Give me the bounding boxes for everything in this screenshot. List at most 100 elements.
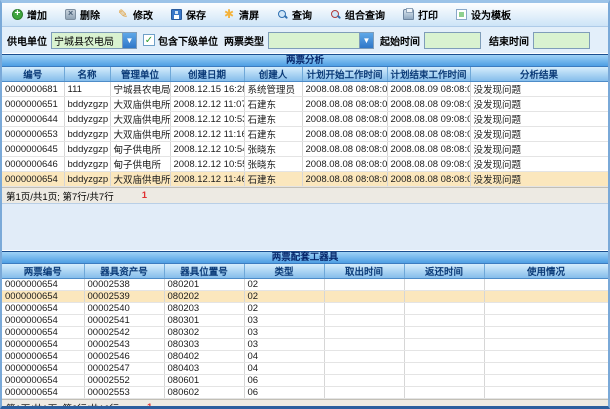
table-cell	[404, 387, 484, 399]
table-row[interactable]: 00000006540000254708040304	[2, 363, 608, 375]
column-header[interactable]: 创建日期	[170, 67, 244, 82]
table-row[interactable]: 0000000645bddyzgzp甸子供电所2008.12.12 10:54:…	[2, 142, 608, 157]
column-header[interactable]: 编号	[2, 67, 64, 82]
query-button[interactable]: 查询	[275, 6, 314, 23]
table-cell: 00002541	[84, 315, 164, 327]
chevron-down-icon[interactable]: ▼	[122, 33, 136, 48]
ticket-type-select[interactable]: ▼	[268, 32, 374, 49]
include-sub-label: 包含下级单位	[158, 33, 218, 48]
table-row[interactable]: 0000000653bddyzgzp大双庙供电所2008.12.12 11:16…	[2, 127, 608, 142]
table-row[interactable]: 00000006540000253908020202	[2, 291, 608, 303]
tools-page-number[interactable]: 1	[147, 402, 152, 409]
end-time-input[interactable]	[533, 32, 590, 49]
column-header[interactable]: 器具资产号	[84, 264, 164, 279]
table-cell: 0000000654	[2, 375, 84, 387]
add-icon	[12, 9, 23, 20]
column-header[interactable]: 名称	[64, 67, 110, 82]
column-header[interactable]: 计划结束工作时间	[387, 67, 470, 82]
table-cell: 2008.12.12 11:46:12	[170, 172, 244, 187]
panel-divider	[2, 203, 608, 250]
table-row[interactable]: 00000006540000255208060106	[2, 375, 608, 387]
table-cell: 0000000653	[2, 127, 64, 142]
supply-unit-select[interactable]: ▼	[51, 32, 137, 49]
table-cell: bddyzgzp	[64, 142, 110, 157]
table-row[interactable]: 0000000681111宁城县农电局2008.12.15 16:28:37系统…	[2, 82, 608, 97]
save-button[interactable]: 保存	[169, 6, 208, 23]
table-row[interactable]: 00000006540000253808020102	[2, 279, 608, 291]
table-cell	[324, 351, 404, 363]
table-row[interactable]: 00000006540000254008020302	[2, 303, 608, 315]
print-button[interactable]: 打印	[401, 6, 440, 23]
table-cell: 0000000654	[2, 279, 84, 291]
table-cell	[324, 291, 404, 303]
table-cell	[484, 315, 608, 327]
table-cell	[484, 279, 608, 291]
table-cell: 甸子供电所	[110, 142, 170, 157]
table-row[interactable]: 00000006540000254108030103	[2, 315, 608, 327]
table-cell: 2008.08.08 08:08:08	[302, 172, 387, 187]
delete-button[interactable]: 删除	[63, 6, 102, 23]
column-header[interactable]: 分析结果	[470, 67, 608, 82]
table-cell: bddyzgzp	[64, 157, 110, 172]
table-row[interactable]: 0000000644bddyzgzp大双庙供电所2008.12.12 10:53…	[2, 112, 608, 127]
column-header[interactable]: 取出时间	[324, 264, 404, 279]
set-template-button-label: 设为模板	[471, 7, 511, 22]
start-time-label: 起始时间	[380, 33, 420, 48]
table-cell: 080203	[164, 303, 244, 315]
column-header[interactable]: 创建人	[244, 67, 302, 82]
table-cell: 0000000654	[2, 363, 84, 375]
column-header[interactable]: 计划开始工作时间	[302, 67, 387, 82]
clear-screen-button[interactable]: 清屏	[222, 6, 261, 23]
table-cell: 2008.08.08 08:08:08	[302, 127, 387, 142]
table-cell: 080403	[164, 363, 244, 375]
table-row[interactable]: 0000000654bddyzgzp大双庙供电所2008.12.12 11:46…	[2, 172, 608, 187]
table-cell: 080301	[164, 315, 244, 327]
column-header[interactable]: 使用情况	[484, 264, 608, 279]
ticket-type-input[interactable]	[269, 33, 359, 48]
delete-button-label: 删除	[80, 7, 100, 22]
table-cell	[484, 303, 608, 315]
table-cell: 2008.08.09 08:08:08	[387, 82, 470, 97]
column-header[interactable]: 管理单位	[110, 67, 170, 82]
table-row[interactable]: 0000000646bddyzgzp甸子供电所2008.12.12 10:55:…	[2, 157, 608, 172]
table-row[interactable]: 00000006540000254208030203	[2, 327, 608, 339]
supply-unit-input[interactable]	[52, 33, 122, 48]
table-cell: 080602	[164, 387, 244, 399]
table-cell: 04	[244, 363, 324, 375]
table-cell: 没发现问题	[470, 127, 608, 142]
table-cell: 0000000654	[2, 291, 84, 303]
table-cell: 2008.08.08 08:08:08	[302, 82, 387, 97]
table-cell: 2008.08.08 08:08:08	[387, 172, 470, 187]
ticket-type-label: 两票类型	[224, 33, 264, 48]
query-button-label: 查询	[292, 7, 312, 22]
add-button[interactable]: 增加	[10, 6, 49, 23]
column-header[interactable]: 器具位置号	[164, 264, 244, 279]
table-cell: 06	[244, 387, 324, 399]
table-cell: 0000000654	[2, 172, 64, 187]
column-header[interactable]: 两票编号	[2, 264, 84, 279]
table-row[interactable]: 00000006540000254608040204	[2, 351, 608, 363]
table-cell: 没发现问题	[470, 82, 608, 97]
column-header[interactable]: 返还时间	[404, 264, 484, 279]
table-cell: 00002552	[84, 375, 164, 387]
table-cell: 宁城县农电局	[110, 82, 170, 97]
table-row[interactable]: 00000006540000254308030303	[2, 339, 608, 351]
analysis-pagination-text: 第1页/共1页; 第7行/共7行	[6, 189, 114, 203]
table-cell: 石建东	[244, 172, 302, 187]
analysis-page-number[interactable]: 1	[142, 190, 147, 201]
table-row[interactable]: 0000000651bddyzgzp大双庙供电所2008.12.12 11:07…	[2, 97, 608, 112]
table-row[interactable]: 00000006540000255308060206	[2, 387, 608, 399]
table-cell	[484, 327, 608, 339]
include-sub-checkbox[interactable]: ✓	[143, 34, 155, 46]
table-cell: 2008.12.12 11:07:03	[170, 97, 244, 112]
combo-query-button[interactable]: 组合查询	[328, 6, 387, 23]
chevron-down-icon[interactable]: ▼	[359, 33, 373, 48]
start-time-input[interactable]	[424, 32, 481, 49]
table-cell: 00002553	[84, 387, 164, 399]
table-cell: 0000000654	[2, 351, 84, 363]
column-header[interactable]: 类型	[244, 264, 324, 279]
modify-button[interactable]: 修改	[116, 6, 155, 23]
tools-pagination-text: 第1页/共1页; 第2行/共10行	[6, 401, 119, 409]
table-cell: 2008.08.08 09:08:08	[387, 97, 470, 112]
set-template-button[interactable]: 设为模板	[454, 6, 513, 23]
